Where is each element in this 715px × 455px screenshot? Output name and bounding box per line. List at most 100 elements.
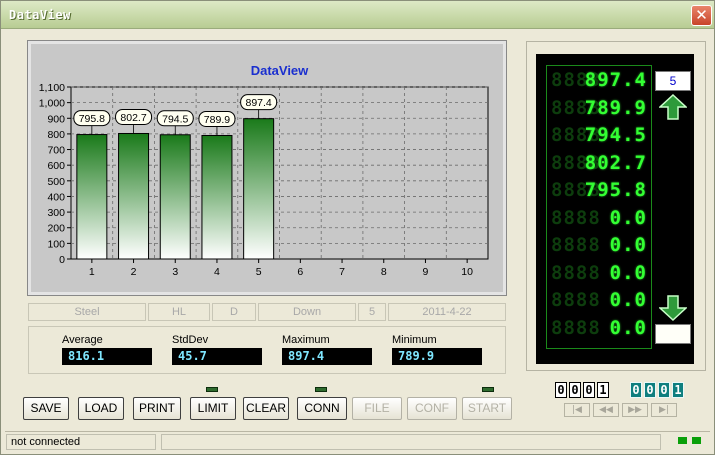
x-tick-label: 6 (297, 266, 303, 278)
maximum-value: 897.4 (282, 348, 372, 365)
reading-value: 897.4 (584, 69, 647, 91)
reading-value: 0.0 (609, 316, 647, 339)
info-type: HL (148, 303, 210, 321)
count-box[interactable]: 5 (655, 71, 691, 91)
reading-row: 8888 897.4 (551, 69, 651, 93)
bar (76, 134, 108, 260)
window-title: DataView (9, 8, 71, 22)
average-value: 816.1 (62, 348, 152, 365)
reading-value: 802.7 (584, 151, 647, 174)
counter-left-digit: 1 (597, 382, 609, 398)
chart-panel: DataView 0 100 200 300 400 500 600 700 800 900 1,00… (27, 40, 507, 296)
y-tick-label: 100 (47, 238, 65, 250)
nav-first-button[interactable]: |◀ (564, 403, 590, 417)
arrow-up-icon[interactable] (659, 94, 687, 120)
reading-value: 0.0 (609, 289, 647, 311)
reading-ghost: 8888 (551, 316, 601, 339)
x-tick-label: 3 (172, 266, 178, 278)
info-direction: Down (258, 303, 356, 321)
maximum-label: Maximum (282, 334, 330, 346)
info-date: 2011-4-22 (388, 303, 506, 321)
clear-button[interactable]: CLEAR (243, 397, 289, 420)
bar (118, 132, 150, 260)
counter-left-digit: 0 (555, 382, 567, 398)
status-panel (161, 434, 661, 450)
reading-row: 8888 0.0 (551, 289, 651, 313)
x-tick-label: 9 (423, 266, 429, 278)
reading-value: 0.0 (609, 261, 647, 284)
reading-row: 8888 794.5 (551, 124, 651, 148)
load-button[interactable]: LOAD (78, 397, 124, 420)
app-window: DataView ✕ DataView 0 100 200 300 400 500 600 70… (0, 0, 715, 455)
count-box-bottom[interactable] (655, 324, 691, 344)
status-led (678, 437, 687, 444)
reading-row: 8888 802.7 (551, 152, 651, 176)
reading-row: 8888 0.0 (551, 234, 651, 258)
x-tick-label: 4 (214, 266, 220, 278)
data-label: 789.9 (204, 114, 230, 126)
x-tick-label: 10 (461, 266, 473, 278)
bar-chart: DataView 0 100 200 300 400 500 600 700 800 900 1,00… (39, 63, 489, 278)
data-label: 795.8 (79, 113, 105, 125)
y-tick-label: 1,100 (39, 82, 65, 94)
stats-group: Average 816.1 StdDev 45.7 Maximum 897.4 … (28, 326, 506, 374)
conf-button[interactable]: CONF (407, 397, 457, 420)
reading-row: 8888 789.9 (551, 97, 651, 121)
average-label: Average (62, 334, 103, 346)
reading-value: 0.0 (609, 234, 647, 256)
nav-last-button[interactable]: ▶| (651, 403, 677, 417)
print-button[interactable]: PRINT (133, 397, 181, 420)
minimum-label: Minimum (392, 334, 437, 346)
y-tick-label: 300 (47, 207, 65, 219)
reading-ghost: 8888 (551, 261, 601, 284)
counter-right-digit: 0 (658, 382, 670, 398)
bar (201, 134, 233, 260)
reading-ghost: 8888 (551, 234, 601, 256)
reading-ghost: 8888 (551, 206, 601, 229)
close-icon[interactable]: ✕ (691, 5, 712, 26)
counter-right-digit: 1 (672, 382, 684, 398)
reading-row: 8888 795.8 (551, 179, 651, 203)
file-button[interactable]: FILE (352, 397, 402, 420)
conn-led (315, 387, 327, 392)
y-tick-label: 600 (47, 160, 65, 172)
x-tick-label: 8 (381, 266, 387, 278)
start-button[interactable]: START (462, 397, 512, 420)
counter-right-digit: 0 (644, 382, 656, 398)
x-tick-label: 5 (256, 266, 262, 278)
x-tick-label: 7 (339, 266, 345, 278)
counter-left-digit: 0 (569, 382, 581, 398)
chart-title: DataView (251, 63, 309, 78)
reading-row: 8888 0.0 (551, 207, 651, 231)
info-mode: D (212, 303, 256, 321)
reading-row: 8888 0.0 (551, 262, 651, 286)
arrow-down-icon[interactable] (659, 295, 687, 321)
counter-left-digit: 0 (583, 382, 595, 398)
stddev-value: 45.7 (172, 348, 262, 365)
status-text: not connected (6, 434, 156, 450)
nav-prev-button[interactable]: ◀◀ (593, 403, 619, 417)
x-tick-label: 1 (89, 266, 95, 278)
data-label: 897.4 (246, 97, 272, 109)
stddev-label: StdDev (172, 334, 209, 346)
counter-right-digit: 0 (630, 382, 642, 398)
info-material: Steel (28, 303, 146, 321)
conn-button[interactable]: CONN (297, 397, 347, 420)
y-tick-label: 700 (47, 145, 65, 157)
bar (159, 134, 191, 260)
start-led (482, 387, 494, 392)
title-bar[interactable]: DataView ✕ (1, 1, 714, 29)
reading-value: 794.5 (584, 124, 647, 146)
reading-value: 789.9 (584, 96, 647, 119)
y-tick-label: 400 (47, 191, 65, 203)
reading-ghost: 8888 (551, 289, 601, 311)
status-led (692, 437, 701, 444)
minimum-value: 789.9 (392, 348, 482, 365)
y-tick-label: 800 (47, 129, 65, 141)
y-tick-label: 1,000 (39, 98, 65, 110)
limit-button[interactable]: LIMIT (190, 397, 236, 420)
save-button[interactable]: SAVE (23, 397, 69, 420)
nav-next-button[interactable]: ▶▶ (622, 403, 648, 417)
x-tick-label: 2 (131, 266, 137, 278)
bar (243, 118, 275, 260)
